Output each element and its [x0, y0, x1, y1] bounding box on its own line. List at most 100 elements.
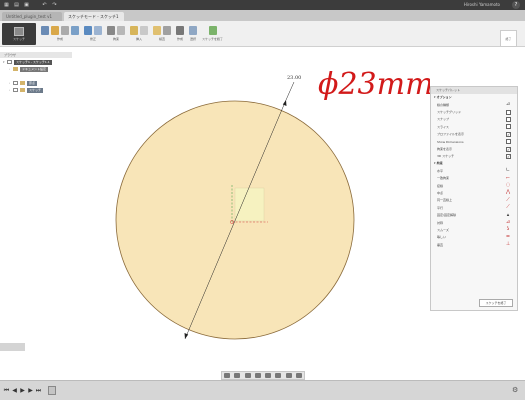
perpendicular-icon[interactable]: ⊥: [505, 242, 511, 247]
sketch-feature-icon[interactable]: [48, 386, 56, 395]
toolbar-group-create[interactable]: 作成: [41, 26, 79, 41]
checkbox[interactable]: [506, 116, 511, 122]
checkbox-checked[interactable]: ✓: [506, 146, 511, 152]
checkbox[interactable]: [506, 109, 511, 115]
constraint-perpendicular[interactable]: 垂直 ⊥: [431, 241, 517, 248]
palette-option-3d-sketch[interactable]: 3D スケッチ ✓: [431, 153, 517, 160]
gear-icon[interactable]: ⚙: [512, 386, 520, 394]
toolbar-group-insert[interactable]: 挿入: [130, 26, 148, 41]
constraint-fix[interactable]: 固定/固定解除 ▴: [431, 211, 517, 218]
toolbar-group-make[interactable]: 作成: [176, 26, 184, 41]
constraint-equal[interactable]: 等しい =: [431, 234, 517, 241]
palette-option-dimensions[interactable]: Show Dimensions: [431, 138, 517, 145]
toolbar-group-modify[interactable]: 修正: [84, 26, 102, 41]
step-forward-icon[interactable]: ▶: [27, 387, 34, 394]
pan-icon[interactable]: [244, 373, 251, 378]
coincident-icon[interactable]: [107, 26, 115, 35]
toolbar-group-constraints[interactable]: 拘束: [107, 26, 125, 41]
grid-settings-icon[interactable]: [285, 373, 292, 378]
palette-option-slice[interactable]: スライス: [431, 123, 517, 130]
visibility-icon[interactable]: [13, 81, 18, 85]
palette-constraints-section[interactable]: ▾ 拘束: [431, 160, 517, 167]
parallel-icon[interactable]: ⟋: [505, 205, 511, 210]
insert-image-icon[interactable]: [140, 26, 148, 35]
constraint-icon[interactable]: [117, 26, 125, 35]
constraint-tangent[interactable]: 接線 ◌: [431, 182, 517, 189]
equal-icon[interactable]: =: [505, 234, 511, 240]
toolbar-group-stop-sketch[interactable]: スケッチを終了: [202, 26, 223, 41]
browser-root-item[interactable]: ▾ スケッチ1 - スケッチ1.1: [3, 59, 52, 65]
look-at-icon[interactable]: [234, 373, 241, 378]
browser-item-label[interactable]: スケッチ1 - スケッチ1.1: [14, 59, 52, 65]
palette-header[interactable]: スケッチパレット: [431, 87, 517, 94]
toolbar-group-select[interactable]: 選択: [189, 26, 197, 41]
user-name[interactable]: Hiroshi Yamamoto: [464, 2, 500, 7]
constraint-coincident[interactable]: 一致拘束 ⌐: [431, 175, 517, 182]
rectangle-icon[interactable]: [61, 26, 69, 35]
circle-icon[interactable]: [71, 26, 79, 35]
tab-document-2[interactable]: スケッチモード - スケッチ1: [64, 12, 124, 21]
browser-item-label[interactable]: ドキュメント設定: [20, 66, 49, 72]
palette-option-snap[interactable]: スナップ: [431, 116, 517, 123]
tangent-icon[interactable]: ◌: [505, 183, 511, 188]
help-icon[interactable]: ?: [512, 1, 520, 9]
redo-icon[interactable]: ↷: [51, 2, 58, 8]
workspace-switcher[interactable]: スケッチ: [2, 22, 36, 45]
constraint-collinear[interactable]: 同一直線上 ⟋: [431, 197, 517, 204]
save-icon[interactable]: ▣: [23, 2, 30, 8]
constraint-parallel[interactable]: 平行 ⟋: [431, 204, 517, 211]
browser-item-origin[interactable]: › 原点: [9, 80, 38, 86]
sketch-icon[interactable]: [41, 26, 49, 35]
stop-sketch-icon[interactable]: [208, 26, 217, 35]
finish-sketch-button[interactable]: スケッチを終了: [479, 299, 513, 307]
panel-resize-handle[interactable]: [0, 343, 25, 351]
sketch-canvas[interactable]: 23.00 ϕ23mm: [0, 47, 430, 367]
constraint-horizontal[interactable]: 水平 ∟: [431, 167, 517, 174]
line-icon[interactable]: [51, 26, 59, 35]
display-settings-icon[interactable]: [275, 373, 282, 378]
play-icon[interactable]: ▶: [19, 387, 26, 394]
fillet-icon[interactable]: [84, 26, 92, 35]
browser-header[interactable]: ブラウザ: [0, 52, 72, 58]
palette-option-linetype[interactable]: 線の種類 ⊿: [431, 101, 517, 108]
checkbox-checked[interactable]: ✓: [506, 131, 511, 137]
fit-icon[interactable]: [265, 373, 272, 378]
symmetry-icon[interactable]: ⊿: [505, 220, 511, 225]
checkbox-checked[interactable]: ✓: [506, 153, 511, 159]
trim-icon[interactable]: [94, 26, 102, 35]
palette-option-constraints[interactable]: 拘束を表示 ✓: [431, 145, 517, 152]
toolbar-group-inspect[interactable]: 検査: [153, 26, 171, 41]
midpoint-icon[interactable]: ⋀: [505, 190, 511, 195]
browser-item-sketches[interactable]: › スケッチ: [9, 87, 44, 93]
viewports-icon[interactable]: [295, 373, 302, 378]
panel-toggle-button[interactable]: 終了: [500, 30, 517, 47]
step-back-icon[interactable]: ◀: [11, 387, 18, 394]
palette-options-section[interactable]: ▾ オプション: [431, 94, 517, 101]
horizontal-icon[interactable]: ∟: [505, 168, 511, 173]
file-menu-icon[interactable]: ▤: [13, 2, 20, 8]
undo-icon[interactable]: ↶: [41, 2, 48, 8]
browser-item-document-settings[interactable]: › ドキュメント設定: [9, 66, 49, 72]
inspect-icon[interactable]: [163, 26, 171, 35]
orbit-icon[interactable]: [224, 373, 231, 378]
diameter-dimension-text[interactable]: 23.00: [287, 75, 301, 81]
visibility-icon[interactable]: [7, 60, 12, 64]
constraint-midpoint[interactable]: 中点 ⋀: [431, 189, 517, 196]
tab-document-1[interactable]: Untitled_plugin_test v1: [2, 12, 62, 21]
constraint-smooth[interactable]: スムーズ ʖ: [431, 226, 517, 233]
checkbox[interactable]: [506, 124, 511, 130]
palette-option-profile[interactable]: プロファイルを表示 ✓: [431, 131, 517, 138]
constraint-symmetry[interactable]: 対称 ⊿: [431, 219, 517, 226]
zoom-icon[interactable]: [254, 373, 261, 378]
coincident-icon[interactable]: ⌐: [505, 175, 511, 181]
visibility-icon[interactable]: [13, 88, 18, 92]
measure-icon[interactable]: [153, 26, 161, 35]
fix-icon[interactable]: ▴: [505, 212, 511, 218]
linetype-icon[interactable]: ⊿: [505, 102, 511, 107]
browser-item-label[interactable]: スケッチ: [27, 87, 44, 93]
browser-item-label[interactable]: 原点: [27, 80, 38, 86]
app-menu-icon[interactable]: ▦: [3, 2, 10, 8]
insert-icon[interactable]: [130, 26, 138, 35]
make-icon[interactable]: [176, 26, 184, 35]
go-to-end-icon[interactable]: ⏭: [35, 387, 42, 394]
